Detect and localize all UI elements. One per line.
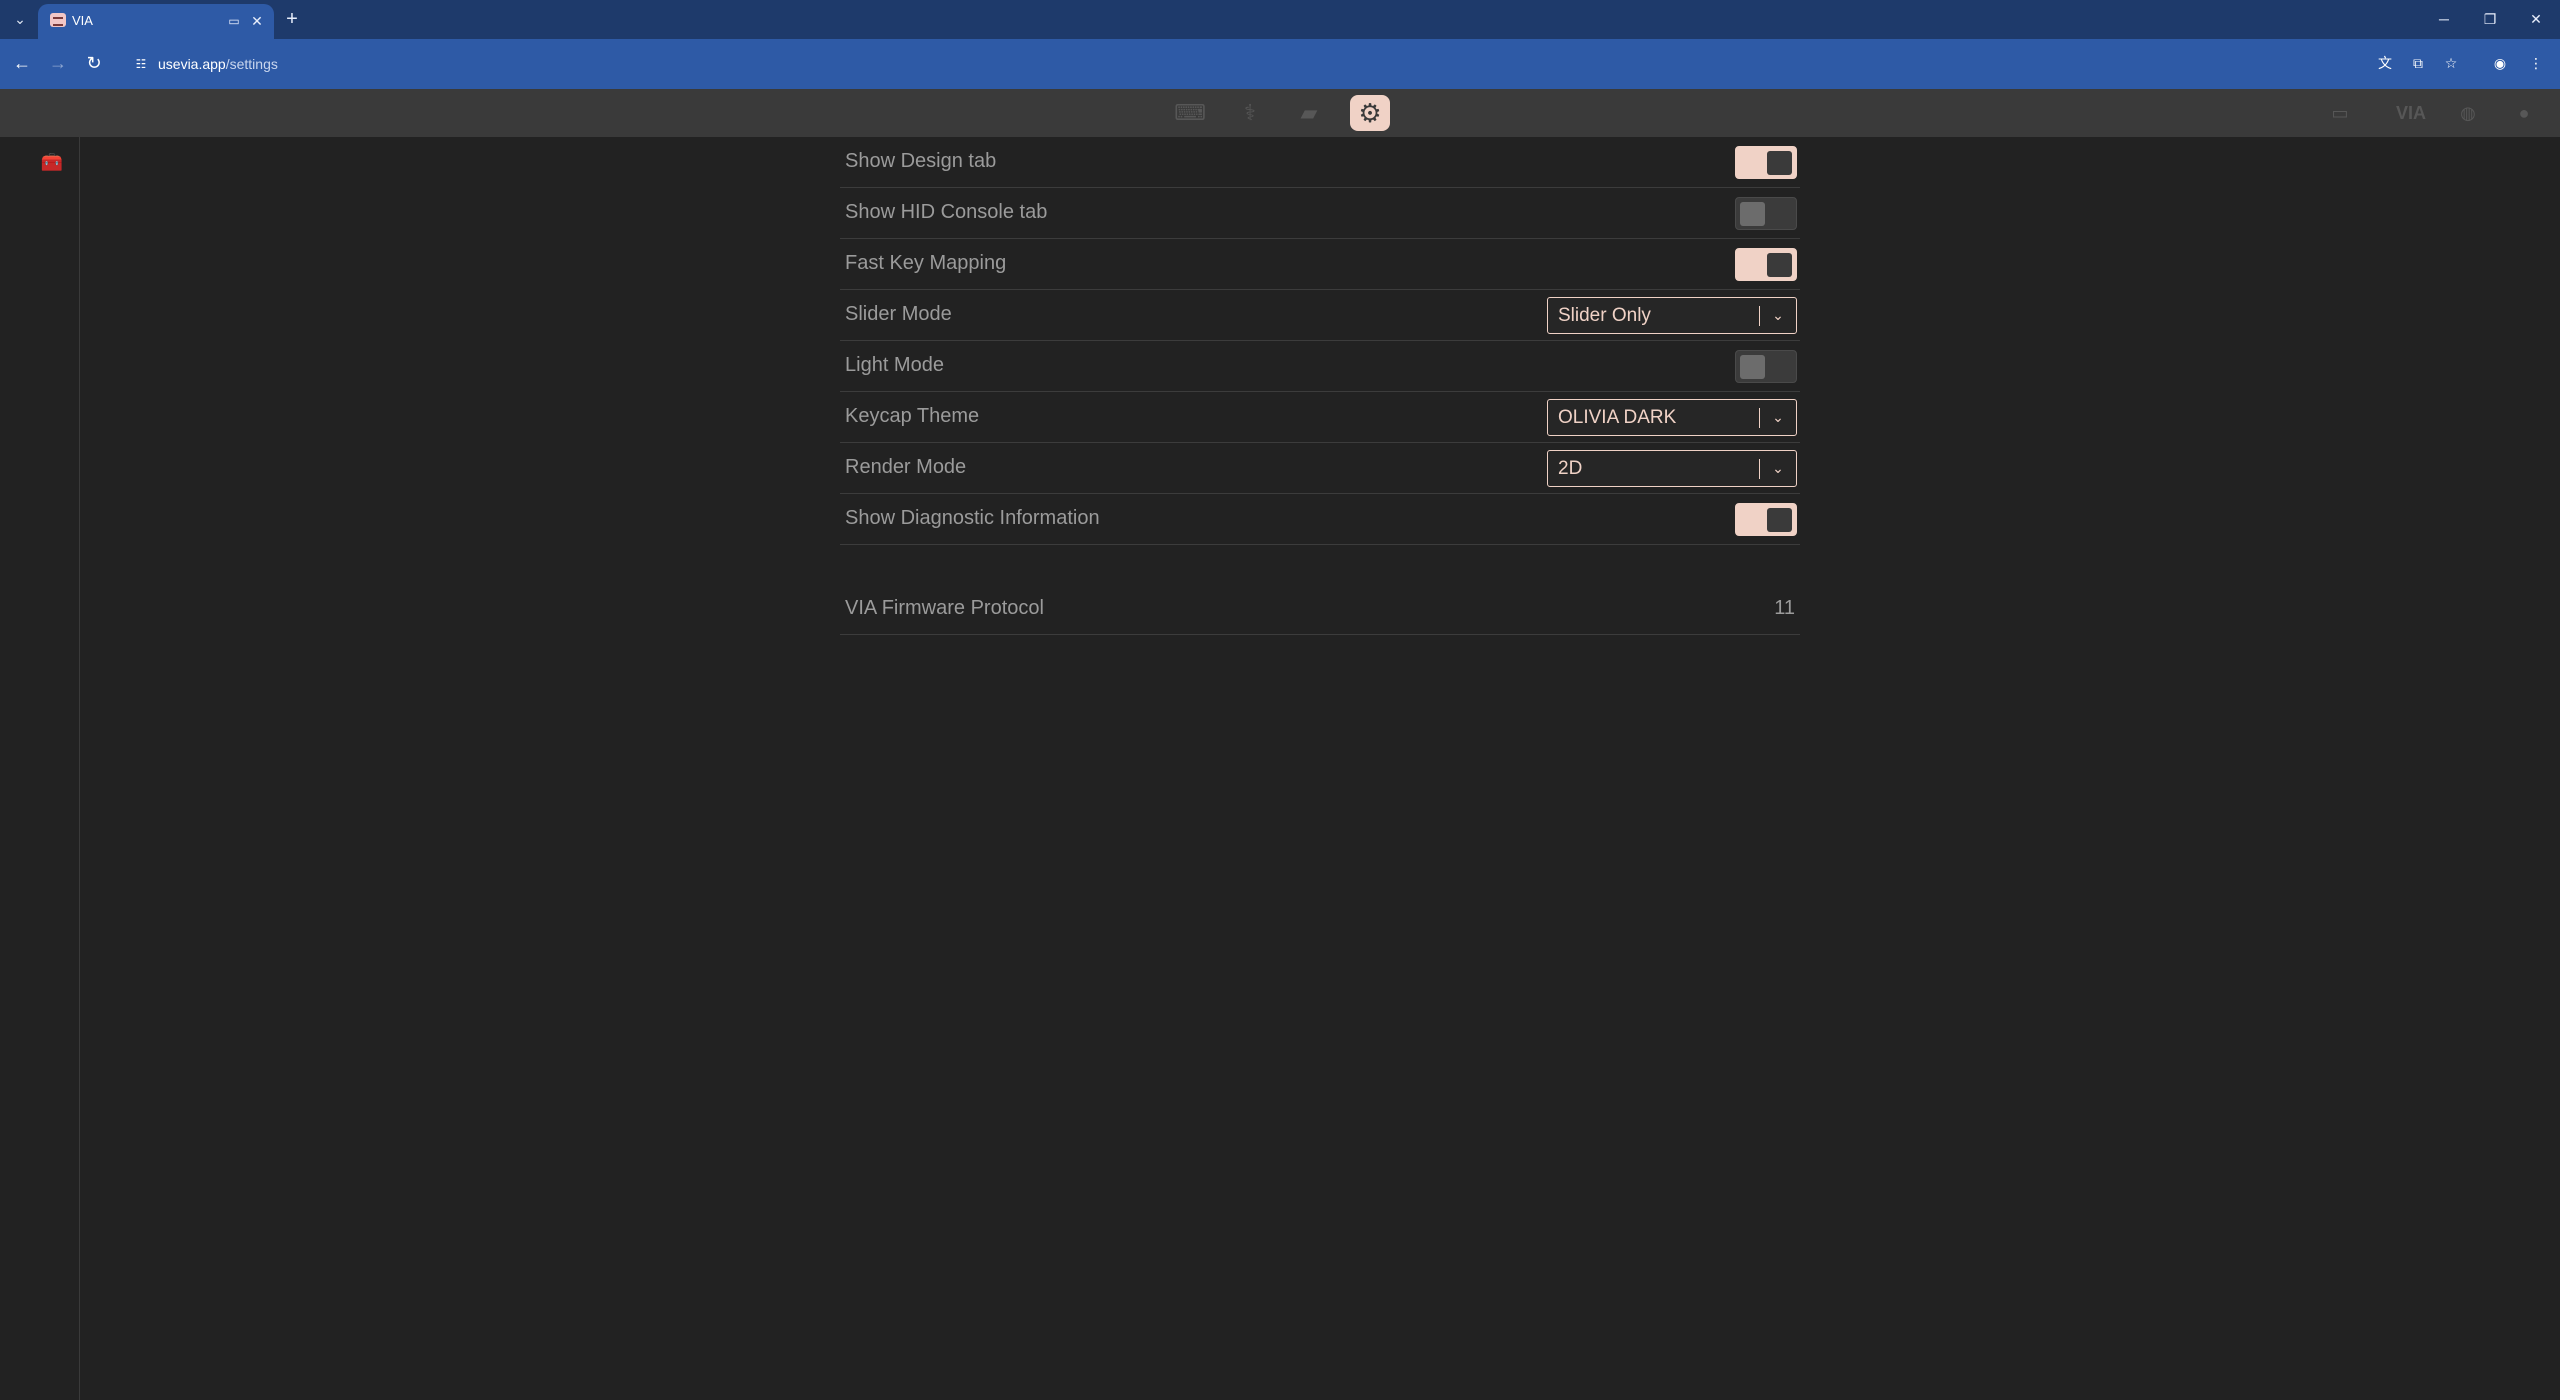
toggle-knob [1740,355,1765,379]
show-hid-console-tab-toggle[interactable] [1735,197,1797,230]
address-bar[interactable]: ☷ usevia.app/settings [122,47,2372,81]
select-divider [1759,459,1760,479]
select-value: Slider Only [1558,305,1651,326]
tab-device-icon[interactable]: ▭ [226,13,242,29]
select-value: 2D [1558,458,1583,479]
translate-icon[interactable]: 文 [2374,52,2396,74]
show-design-tab-toggle[interactable] [1735,146,1797,179]
slider-mode-select[interactable]: Slider Only ⌄ [1547,297,1797,334]
via-favicon-icon [50,13,66,27]
restore-icon[interactable]: ❐ [2476,6,2504,32]
keycap-theme-select[interactable]: OLIVIA DARK ⌄ [1547,399,1797,436]
setting-label: Show Design tab [845,150,997,172]
chevron-down-icon[interactable]: ⌄ [1768,457,1788,479]
tab-close-icon[interactable]: ✕ [248,12,266,30]
window-close-icon[interactable]: ✕ [2522,6,2550,32]
discord-icon[interactable]: ◍ [2452,99,2484,127]
setting-row-show-diagnostic-information: Show Diagnostic Information [840,494,1800,545]
setting-label: Show Diagnostic Information [845,507,1100,529]
browser-menu-icon[interactable]: ⋮ [2525,52,2547,74]
setting-label: Render Mode [845,456,967,478]
reload-icon[interactable]: ↻ [82,51,106,75]
tab-title: VIA [72,13,93,28]
url-text[interactable]: usevia.app/settings [158,56,278,72]
browser-tabstrip: ⌄ VIA ▭ ✕ + ─ ❐ ✕ [0,0,2560,39]
install-app-icon[interactable]: ⧉ [2407,52,2429,74]
setting-row-light-mode: Light Mode [840,341,1800,392]
bookmark-star-icon[interactable]: ☆ [2440,52,2462,74]
setting-label: Slider Mode [845,303,952,325]
keyboard-icon[interactable]: ⌨ [1172,97,1208,129]
design-icon[interactable]: ▰ [1291,97,1327,129]
setting-label: Fast Key Mapping [845,252,1007,274]
show-diagnostic-information-toggle[interactable] [1735,503,1797,536]
render-mode-select[interactable]: 2D ⌄ [1547,450,1797,487]
back-arrow-icon[interactable]: ← [10,51,34,75]
setting-row-show-hid-console-tab: Show HID Console tab [840,188,1800,239]
minimize-icon[interactable]: ─ [2430,6,2458,32]
setting-row-show-design-tab: Show Design tab [840,137,1800,188]
profile-icon[interactable]: ◉ [2489,52,2511,74]
new-tab-plus-icon[interactable]: + [281,8,303,30]
toggle-knob [1767,253,1792,277]
toggle-knob [1767,151,1792,175]
toolbox-icon[interactable]: 🧰 [40,151,64,173]
setting-row-slider-mode: Slider Mode Slider Only ⌄ [840,290,1800,341]
toggle-knob [1740,202,1765,226]
toggle-knob [1767,508,1792,532]
setting-row-fast-key-mapping: Fast Key Mapping [840,239,1800,290]
setting-row-keycap-theme: Keycap Theme OLIVIA DARK ⌄ [840,392,1800,443]
site-info-icon[interactable]: ☷ [132,55,150,73]
sidebar: 🧰 [0,137,80,1400]
light-mode-toggle[interactable] [1735,350,1797,383]
settings-panel: Show Design tab Show HID Console tab Fas… [840,137,1800,635]
firmware-protocol-label: VIA Firmware Protocol [845,597,1044,619]
browser-tab-via[interactable]: VIA ▭ ✕ [38,4,274,39]
github-icon[interactable]: ● [2508,99,2540,127]
app-menu-bar: ⌨ ⚕ ▰ ⚙ ▭ VIA ◍ ● [0,89,2560,137]
chevron-down-icon[interactable]: ⌄ [1768,406,1788,428]
setting-label: Keycap Theme [845,405,980,427]
forward-arrow-icon[interactable]: → [46,51,70,75]
setting-row-render-mode: Render Mode 2D ⌄ [840,443,1800,494]
setting-label: Light Mode [845,354,944,376]
via-logo[interactable]: VIA [2387,99,2435,127]
firmware-protocol-row: VIA Firmware Protocol 11 [840,584,1800,635]
select-divider [1759,408,1760,428]
stethoscope-icon[interactable]: ⚕ [1232,97,1268,129]
keycap-icon[interactable]: ▭ [2322,99,2358,127]
select-divider [1759,306,1760,326]
browser-toolbar: ← → ↻ ☷ usevia.app/settings 文 ⧉ ☆ ◉ ⋮ [0,39,2560,89]
chevron-down-icon[interactable]: ⌄ [1768,304,1788,326]
fast-key-mapping-toggle[interactable] [1735,248,1797,281]
gear-icon[interactable]: ⚙ [1350,95,1390,131]
setting-label: Show HID Console tab [845,201,1048,223]
select-value: OLIVIA DARK [1558,407,1677,428]
firmware-protocol-value: 11 [1774,597,1795,619]
tab-search-chevron-icon[interactable]: ⌄ [10,9,30,29]
